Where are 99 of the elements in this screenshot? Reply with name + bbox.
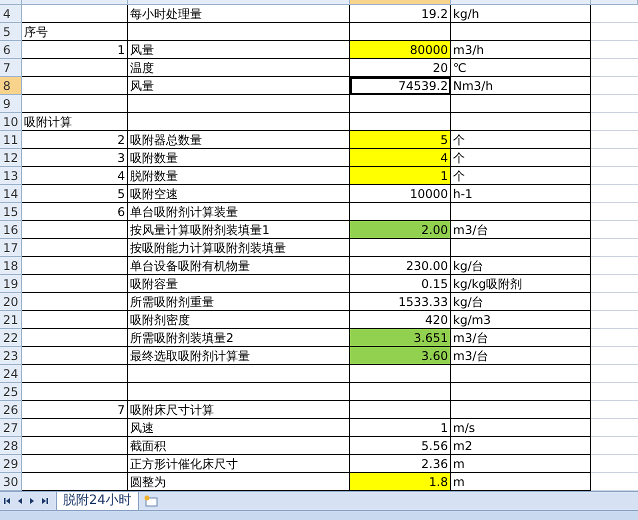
table-cell: m3/h bbox=[451, 41, 591, 59]
row-header[interactable]: 20 bbox=[0, 293, 22, 311]
table-cell: 3 bbox=[22, 149, 128, 167]
table-cell: 吸附剂密度 bbox=[128, 311, 350, 329]
row-header[interactable]: 24 bbox=[0, 365, 22, 383]
table-cell: 温度 bbox=[128, 59, 350, 77]
table-cell: 74539.2 bbox=[350, 77, 451, 95]
row-header[interactable]: 23 bbox=[0, 347, 22, 365]
row-header[interactable]: 15 bbox=[0, 203, 22, 221]
row-header[interactable]: 13 bbox=[0, 167, 22, 185]
table-cell: 单台吸附剂计算装量 bbox=[128, 203, 350, 221]
row-header[interactable]: 14 bbox=[0, 185, 22, 203]
table-cell: 单台设备吸附有机物量 bbox=[128, 257, 350, 275]
table-cell: 2.00 bbox=[350, 221, 451, 239]
row-header[interactable]: 30 bbox=[0, 473, 22, 491]
row-header[interactable]: 25 bbox=[0, 383, 22, 401]
row-header[interactable]: 17 bbox=[0, 239, 22, 257]
table-cell: 个 bbox=[451, 149, 591, 167]
table-cell: 吸附数量 bbox=[128, 149, 350, 167]
table-cell: m3/台 bbox=[451, 329, 591, 347]
table-cell: m/s bbox=[451, 419, 591, 437]
table-cell: 1 bbox=[22, 41, 128, 59]
table-cell: 80000 bbox=[350, 41, 451, 59]
table-cell: 按风量计算吸附剂装填量1 bbox=[128, 221, 350, 239]
row-header[interactable]: 26 bbox=[0, 401, 22, 419]
row-header[interactable]: 5 bbox=[0, 23, 22, 41]
table-cell: kg/台 bbox=[451, 257, 591, 275]
table-cell: 19.2 bbox=[350, 5, 451, 23]
row-header[interactable]: 6 bbox=[0, 41, 22, 59]
sheet-tab[interactable]: 脱附24小时 bbox=[56, 492, 139, 510]
table-cell: 每小时处理量 bbox=[128, 5, 350, 23]
table-cell: h-1 bbox=[451, 185, 591, 203]
table-cell: 吸附容量 bbox=[128, 275, 350, 293]
table-cell: 所需吸附剂重量 bbox=[128, 293, 350, 311]
table-cell: 10000 bbox=[350, 185, 451, 203]
table-cell: 1 bbox=[350, 419, 451, 437]
row-header[interactable]: 29 bbox=[0, 455, 22, 473]
row-header[interactable]: 10 bbox=[0, 113, 22, 131]
table-cell: 4 bbox=[350, 149, 451, 167]
table-cell: 风量 bbox=[128, 41, 350, 59]
row-header[interactable]: 19 bbox=[0, 275, 22, 293]
table-cell: 1.8 bbox=[350, 473, 451, 491]
table-cell: 所需吸附剂装填量2 bbox=[128, 329, 350, 347]
table-cell: 最终选取吸附剂计算量 bbox=[128, 347, 350, 365]
table-cell: 1533.33 bbox=[350, 293, 451, 311]
table-cell: 正方形计催化床尺寸 bbox=[128, 455, 350, 473]
row-header[interactable]: 18 bbox=[0, 257, 22, 275]
table-cell: 3.60 bbox=[350, 347, 451, 365]
table-cell: 吸附计算 bbox=[22, 113, 128, 131]
row-header[interactable]: 28 bbox=[0, 437, 22, 455]
table-cell: 按吸附能力计算吸附剂装填量 bbox=[128, 239, 350, 257]
row-header[interactable]: 4 bbox=[0, 5, 22, 23]
last-sheet-icon[interactable] bbox=[40, 497, 48, 505]
first-sheet-icon[interactable] bbox=[4, 497, 12, 505]
table-cell: 6 bbox=[22, 203, 128, 221]
table-cell: 20 bbox=[350, 59, 451, 77]
table-cell: 截面积 bbox=[128, 437, 350, 455]
table-cell: 5 bbox=[22, 185, 128, 203]
row-header[interactable]: 22 bbox=[0, 329, 22, 347]
table-cell: 1 bbox=[350, 167, 451, 185]
row-header[interactable]: 12 bbox=[0, 149, 22, 167]
table-cell: 5.56 bbox=[350, 437, 451, 455]
table-cell: 个 bbox=[451, 131, 591, 149]
table-cell: 3.651 bbox=[350, 329, 451, 347]
table-cell: m bbox=[451, 455, 591, 473]
table-cell: kg/台 bbox=[451, 293, 591, 311]
table-cell: kg/h bbox=[451, 5, 591, 23]
row-header[interactable]: 21 bbox=[0, 311, 22, 329]
row-header[interactable]: 9 bbox=[0, 95, 22, 113]
previous-sheet-icon[interactable] bbox=[16, 497, 24, 505]
table-cell: m3/台 bbox=[451, 221, 591, 239]
table-cell: 吸附器总数量 bbox=[128, 131, 350, 149]
table-cell: 风量 bbox=[128, 77, 350, 95]
row-header[interactable]: 11 bbox=[0, 131, 22, 149]
table-cell: m2 bbox=[451, 437, 591, 455]
row-header[interactable]: 16 bbox=[0, 221, 22, 239]
table-cell: 个 bbox=[451, 167, 591, 185]
table-cell: 脱附数量 bbox=[128, 167, 350, 185]
table-cell: 2 bbox=[22, 131, 128, 149]
table-cell: 吸附床尺寸计算 bbox=[128, 401, 350, 419]
table-cell: 230.00 bbox=[350, 257, 451, 275]
table-cell: 吸附空速 bbox=[128, 185, 350, 203]
row-header[interactable]: 8 bbox=[0, 77, 22, 95]
table-cell: 7 bbox=[22, 401, 128, 419]
row-header[interactable]: 7 bbox=[0, 59, 22, 77]
next-sheet-icon[interactable] bbox=[28, 497, 36, 505]
table-cell: 序号 bbox=[22, 23, 128, 41]
table-cell: kg/kg吸附剂 bbox=[451, 275, 591, 293]
table-cell: ℃ bbox=[451, 59, 591, 77]
table-cell: kg/m3 bbox=[451, 311, 591, 329]
table-cell: Nm3/h bbox=[451, 77, 591, 95]
row-header[interactable]: 27 bbox=[0, 419, 22, 437]
corner-cell bbox=[0, 0, 22, 5]
new-sheet-icon[interactable] bbox=[142, 495, 159, 507]
table-cell: m3/台 bbox=[451, 347, 591, 365]
table-cell: 4 bbox=[22, 167, 128, 185]
table-cell: 5 bbox=[350, 131, 451, 149]
table-cell: 风速 bbox=[128, 419, 350, 437]
table-cell: 0.15 bbox=[350, 275, 451, 293]
